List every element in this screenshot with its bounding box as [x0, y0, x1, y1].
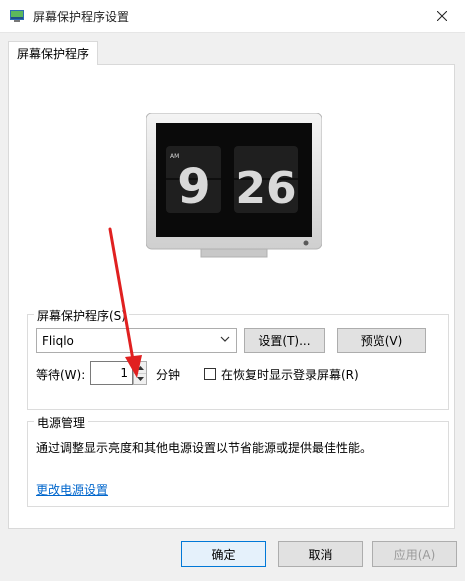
settings-button-label: 设置(T)...	[258, 334, 311, 348]
ok-button[interactable]: 确定	[181, 541, 266, 567]
power-description: 通过调整显示亮度和其他电源设置以节省能源或提供最佳性能。	[36, 441, 373, 455]
cancel-button-label: 取消	[308, 547, 333, 562]
wait-value: 1	[120, 366, 128, 380]
power-group: 电源管理 通过调整显示亮度和其他电源设置以节省能源或提供最佳性能。 更改电源设置	[27, 414, 449, 507]
apply-button-label: 应用(A)	[393, 547, 436, 562]
wait-label: 等待(W):	[36, 368, 86, 382]
tab-label: 屏幕保护程序	[16, 47, 89, 61]
tab-panel: AM 9 26 屏幕保护程序(S) Fliqlo 设置(T)... 预览(V) …	[8, 64, 455, 529]
clock-minute: 26	[235, 163, 296, 214]
resume-logon-label[interactable]: 在恢复时显示登录屏幕(R)	[221, 366, 359, 383]
wait-unit-label: 分钟	[156, 368, 181, 382]
settings-button[interactable]: 设置(T)...	[244, 328, 325, 353]
cancel-button[interactable]: 取消	[278, 541, 363, 567]
close-button[interactable]	[419, 0, 465, 32]
power-group-legend: 电源管理	[34, 414, 89, 431]
title-bar: 屏幕保护程序设置	[0, 0, 465, 33]
wait-input[interactable]: 1	[90, 361, 133, 385]
resume-logon-checkbox[interactable]	[204, 368, 216, 380]
clock-hour: 9	[177, 159, 210, 215]
screensaver-select[interactable]: Fliqlo	[36, 328, 237, 353]
ok-button-label: 确定	[211, 547, 236, 562]
screensaver-group-legend: 屏幕保护程序(S)	[34, 307, 129, 324]
change-power-settings-link[interactable]: 更改电源设置	[36, 481, 108, 498]
screensaver-select-value: Fliqlo	[42, 333, 74, 348]
wait-spinner	[133, 361, 147, 385]
monitor-preview: AM 9 26	[146, 113, 322, 258]
tab-screensaver[interactable]: 屏幕保护程序	[8, 41, 98, 65]
screensaver-group: 屏幕保护程序(S) Fliqlo 设置(T)... 预览(V) 等待(W): 1…	[27, 307, 449, 410]
window-title: 屏幕保护程序设置	[33, 10, 130, 24]
close-icon	[437, 11, 447, 21]
screensaver-app-icon	[10, 10, 24, 22]
apply-button[interactable]: 应用(A)	[372, 541, 457, 567]
preview-button[interactable]: 预览(V)	[337, 328, 426, 353]
chevron-down-icon	[220, 336, 230, 342]
caret-down-icon	[136, 376, 144, 381]
caret-up-icon	[136, 365, 144, 370]
preview-button-label: 预览(V)	[360, 334, 403, 348]
spin-down-button[interactable]	[134, 373, 146, 384]
